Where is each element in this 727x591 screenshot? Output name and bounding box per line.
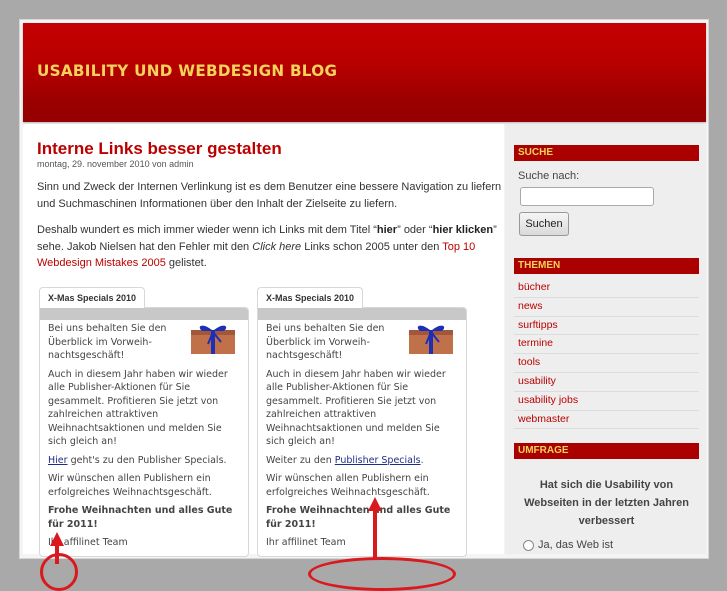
screenshot-xmas-bad: X-Mas Specials 2010 Bei uns behalten Sie…	[35, 287, 265, 591]
sidebar: SUCHE Suche nach: Suchen THEMEN bücher n…	[505, 124, 706, 554]
xmas-body: Auch in diesem Jahr haben wir wieder all…	[266, 368, 446, 448]
annotation-arrow	[373, 509, 377, 559]
post-paragraph-1: Sinn und Zweck der Internen Verlinkung i…	[37, 181, 502, 210]
topic-link[interactable]: surftipps	[514, 317, 699, 336]
topic-link[interactable]: bücher	[514, 279, 699, 298]
xmas-sign: Ihr affilinet Team	[266, 537, 346, 548]
annotation-arrow-head	[368, 497, 382, 511]
italic-text: Click here	[252, 240, 302, 253]
panel-bar	[40, 308, 248, 320]
publisher-specials-link[interactable]: Publisher Specials	[335, 455, 421, 466]
xmas-tab: X-Mas Specials 2010	[39, 287, 146, 308]
search-input[interactable]	[520, 187, 654, 206]
text: Links schon 2005 unter den	[301, 240, 443, 253]
poll-option-label: Ja, das Web ist	[538, 539, 613, 551]
annotation-circle	[40, 553, 78, 591]
search-button[interactable]: Suchen	[519, 212, 569, 236]
annotation-arrow-head	[50, 532, 64, 546]
xmas-tab: X-Mas Specials 2010	[257, 287, 364, 308]
site-header: USABILITY UND WEBDESIGN BLOG	[23, 23, 706, 122]
annotation-circle	[308, 557, 456, 591]
hier-link[interactable]: Hier	[48, 455, 68, 466]
bold-text: hier klicken	[432, 224, 494, 236]
topic-link[interactable]: termine	[514, 335, 699, 355]
topic-link[interactable]: usability jobs	[514, 392, 699, 411]
radio-button[interactable]	[523, 539, 534, 551]
xmas-greeting: Frohe Weihnachten und alles Gute für 201…	[266, 505, 451, 530]
text: ” oder “	[397, 224, 433, 236]
text: geht's zu den Publisher Specials.	[67, 454, 227, 466]
xmas-intro: Bei uns behalten Sie den Überblick im Vo…	[266, 323, 385, 361]
search-label: Suche nach:	[518, 170, 580, 182]
gift-icon	[409, 325, 453, 354]
gift-icon	[191, 325, 235, 354]
screenshot-xmas-good: X-Mas Specials 2010 Bei uns behalten Sie…	[253, 287, 483, 591]
annotation-arrow	[55, 544, 59, 564]
topics-widget-title: THEMEN	[514, 258, 699, 274]
panel-bar	[258, 308, 466, 320]
topic-link[interactable]: usability	[514, 373, 699, 392]
xmas-intro: Bei uns behalten Sie den Überblick im Vo…	[48, 323, 167, 361]
text: .	[420, 454, 424, 466]
topic-link[interactable]: webmaster	[514, 411, 699, 430]
xmas-wish: Wir wünschen allen Publishern ein erfolg…	[266, 473, 430, 498]
site-title[interactable]: USABILITY UND WEBDESIGN BLOG	[37, 61, 337, 80]
topic-link[interactable]: tools	[514, 354, 699, 373]
xmas-link-line: Weiter zu den Publisher Specials.	[266, 454, 458, 468]
xmas-panel: Bei uns behalten Sie den Überblick im Vo…	[39, 307, 249, 557]
xmas-panel: Bei uns behalten Sie den Überblick im Vo…	[257, 307, 467, 557]
topic-link[interactable]: news	[514, 298, 699, 317]
xmas-body: Auch in diesem Jahr haben wir wieder all…	[48, 368, 228, 448]
bold-text: hier	[376, 224, 398, 236]
post-title[interactable]: Interne Links besser gestalten	[37, 139, 282, 159]
post-meta: montag, 29. november 2010 von admin	[37, 159, 194, 169]
xmas-wish: Wir wünschen allen Publishern ein erfolg…	[48, 473, 212, 498]
main-content: Interne Links besser gestalten montag, 2…	[23, 124, 504, 591]
poll-option[interactable]: Ja, das Web ist	[523, 539, 613, 551]
text: Weiter zu den	[266, 454, 335, 466]
text: gelistet.	[165, 257, 207, 269]
xmas-greeting: Frohe Weihnachten und alles Gute für 201…	[48, 505, 233, 530]
text: Deshalb wundert es mich immer wieder wen…	[37, 224, 377, 236]
post-paragraph-2: Deshalb wundert es mich immer wieder wen…	[37, 222, 502, 272]
poll-widget-title: UMFRAGE	[514, 443, 699, 459]
poll-question: Hat sich die Usability von Webseiten in …	[524, 479, 689, 527]
xmas-sign: Ihr affilinet Team	[48, 537, 128, 548]
xmas-link-line: Hier geht's zu den Publisher Specials.	[48, 454, 240, 468]
topics-list: bücher news surftipps termine tools usab…	[514, 279, 699, 430]
search-widget-title: SUCHE	[514, 145, 699, 161]
